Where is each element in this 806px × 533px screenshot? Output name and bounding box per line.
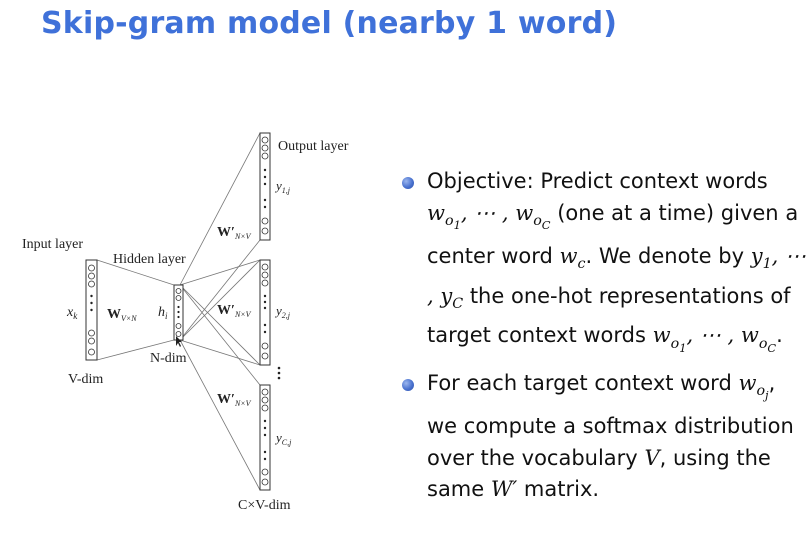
output-layer-label: Output layer bbox=[278, 139, 349, 154]
input-layer-label: Input layer bbox=[22, 237, 83, 252]
w-output-matrix-label-c: W′N×V bbox=[217, 392, 252, 408]
hidden-layer-label: Hidden layer bbox=[113, 252, 186, 267]
y2-label: y2,j bbox=[274, 303, 291, 320]
yc-label: yC,j bbox=[274, 430, 292, 447]
skip-gram-diagram: Output layer Input layer Hidden layer V-… bbox=[22, 132, 349, 513]
y1-label: y1,j bbox=[274, 178, 291, 195]
w-output-matrix-label-2: W′N×V bbox=[217, 303, 252, 319]
output-vector-2 bbox=[259, 259, 271, 366]
bullet-list: Objective: Predict context words wo1, ⋯ … bbox=[402, 166, 806, 510]
output-vector-c bbox=[259, 384, 271, 491]
output-vector-1 bbox=[259, 132, 271, 241]
hidden-vector bbox=[173, 284, 184, 347]
w-input-matrix-label: WV×N bbox=[107, 307, 137, 323]
n-dim-label: N-dim bbox=[150, 351, 187, 366]
cv-dim-label: C×V-dim bbox=[238, 498, 291, 513]
x-k-label: xk bbox=[66, 305, 78, 321]
v-dim-label: V-dim bbox=[68, 372, 103, 387]
bullet-objective: Objective: Predict context words wo1, ⋯ … bbox=[402, 166, 806, 364]
bullet-softmax: For each target context word woj, we com… bbox=[402, 368, 806, 506]
w-output-matrix-label-1: W′N×V bbox=[217, 225, 252, 241]
h-i-label: hi bbox=[158, 305, 168, 321]
bullet-icon bbox=[402, 378, 414, 391]
more-outputs-ellipsis bbox=[277, 366, 281, 380]
bullet-icon bbox=[402, 177, 414, 189]
input-vector bbox=[85, 259, 98, 361]
